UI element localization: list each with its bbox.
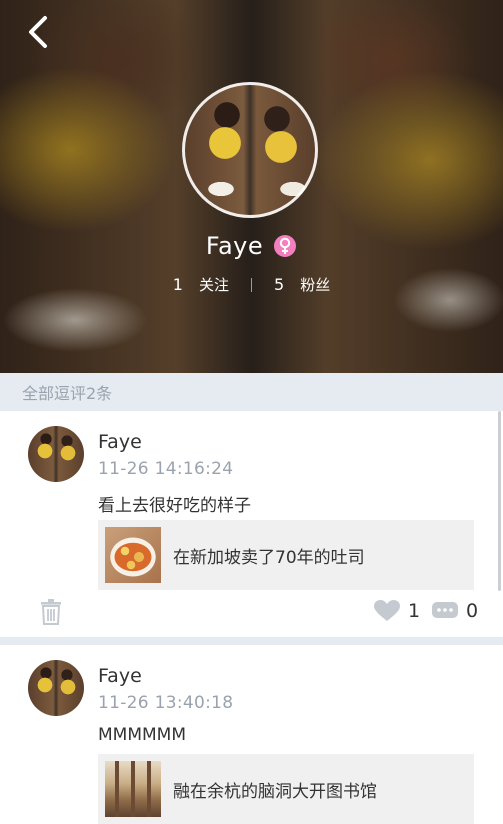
comment-text: 看上去很好吃的样子 — [98, 496, 251, 516]
comment-bubble-icon — [432, 602, 458, 618]
like-button[interactable]: 1 — [374, 600, 420, 622]
following-count: 1 — [172, 275, 183, 294]
reply-count: 0 — [466, 600, 479, 622]
following-label: 关注 — [198, 276, 229, 294]
food-thumbnail — [105, 527, 161, 583]
female-icon — [274, 235, 297, 257]
comment-author[interactable]: Faye — [98, 665, 142, 687]
comment-item: Faye 11-26 13:40:18 MMMMMM 融在余杭的脑洞大开图书馆 — [0, 645, 503, 824]
back-button[interactable] — [18, 12, 58, 52]
comment-text: MMMMMM — [98, 725, 187, 745]
comment-time: 11-26 14:16:24 — [98, 459, 234, 479]
like-count: 1 — [408, 600, 421, 622]
following-stat[interactable]: 1 关注 — [173, 274, 229, 295]
comments-section-header: 全部逗评2条 — [0, 373, 503, 411]
comments-count-label: 全部逗评2条 — [22, 384, 113, 403]
linked-article-title: 在新加坡卖了70年的吐司 — [173, 547, 365, 568]
profile-avatar[interactable] — [182, 82, 318, 218]
scrollbar[interactable] — [498, 411, 501, 591]
chevron-left-icon — [29, 16, 47, 48]
profile-stats: 1 关注 5 粉丝 — [0, 274, 503, 295]
comment-avatar[interactable] — [28, 426, 84, 482]
linked-article-card[interactable]: 融在余杭的脑洞大开图书馆 — [98, 754, 474, 824]
comment-item: Faye 11-26 14:16:24 看上去很好吃的样子 在新加坡卖了70年的… — [0, 411, 503, 637]
followers-label: 粉丝 — [300, 276, 331, 294]
linked-article-card[interactable]: 在新加坡卖了70年的吐司 — [98, 520, 474, 590]
library-thumbnail — [105, 761, 161, 817]
reply-button[interactable]: 0 — [432, 600, 478, 622]
comment-avatar[interactable] — [28, 660, 84, 716]
heart-icon — [374, 600, 400, 621]
profile-name-row: Faye — [0, 232, 503, 260]
profile-name: Faye — [205, 232, 264, 260]
profile-header: Faye 1 关注 5 粉丝 — [0, 0, 503, 373]
comment-time: 11-26 13:40:18 — [98, 693, 234, 713]
stats-divider — [251, 277, 252, 292]
comment-separator — [0, 637, 503, 645]
linked-article-title: 融在余杭的脑洞大开图书馆 — [173, 781, 377, 802]
trash-icon[interactable] — [40, 599, 62, 625]
comment-author[interactable]: Faye — [98, 431, 142, 453]
followers-count: 5 — [274, 275, 285, 294]
followers-stat[interactable]: 5 粉丝 — [274, 274, 330, 295]
comment-actions: 1 0 — [0, 597, 503, 627]
